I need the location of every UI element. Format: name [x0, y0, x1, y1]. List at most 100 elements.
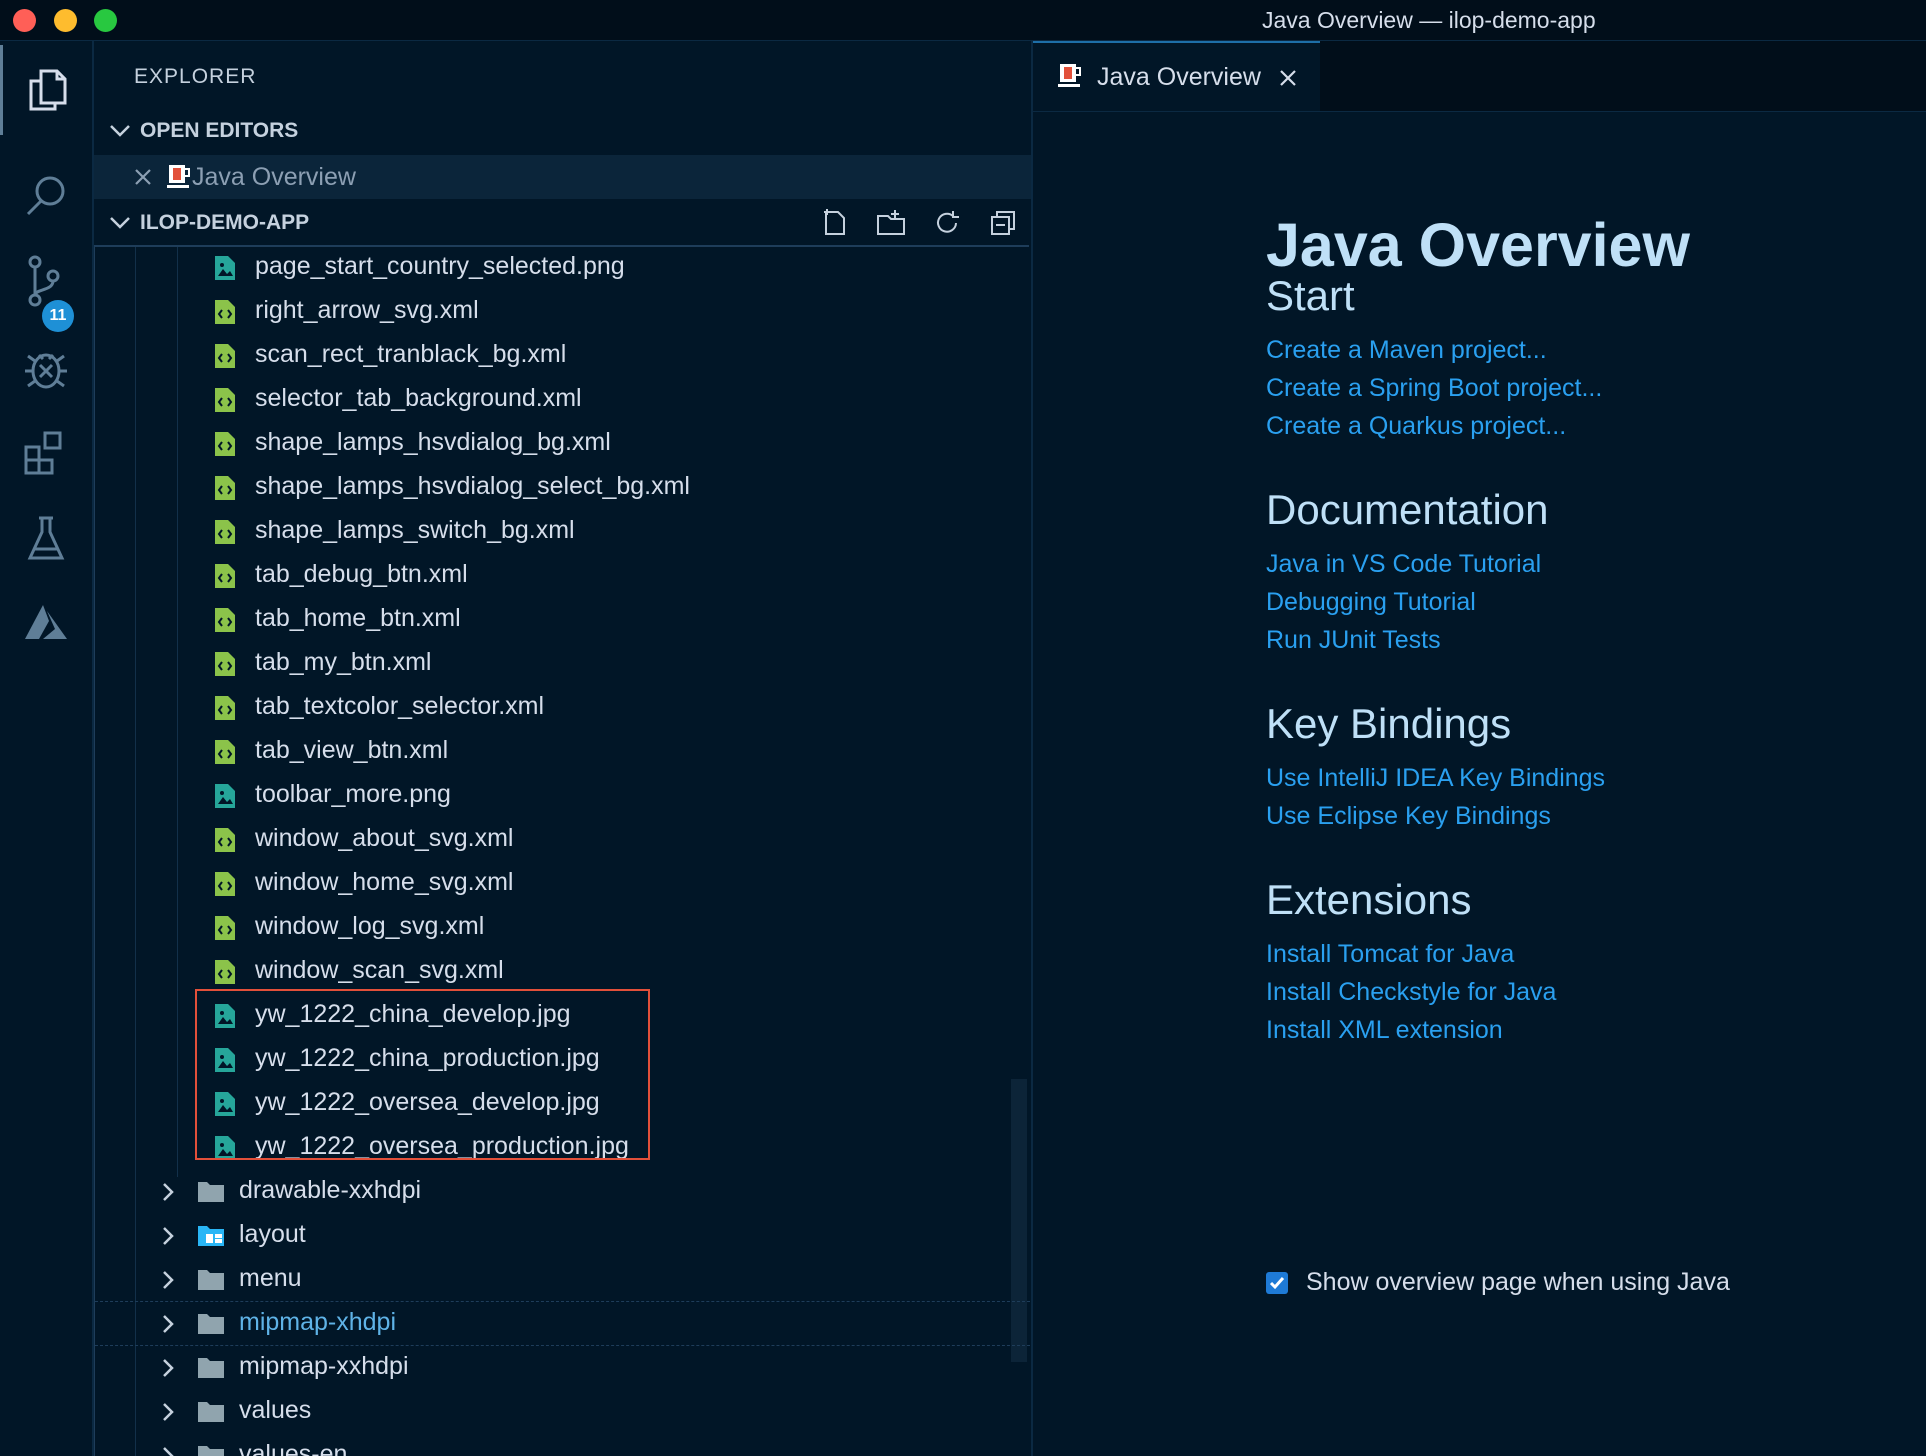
open-editors-header[interactable]: OPEN EDITORS [94, 109, 1031, 153]
tree-file-row[interactable]: right_arrow_svg.xml [95, 289, 1030, 333]
chevron-right-icon[interactable] [161, 1314, 175, 1339]
tree-folder-row[interactable]: values [95, 1389, 1030, 1433]
show-overview-option[interactable]: Show overview page when using Java [1266, 1268, 1730, 1297]
extensions-activity-button[interactable] [0, 407, 92, 497]
folder-icon [197, 1355, 225, 1379]
overview-link[interactable]: Install Checkstyle for Java [1266, 978, 1556, 1007]
xml-file-icon [213, 430, 237, 458]
close-icon [1280, 70, 1296, 86]
tree-folder-row[interactable]: drawable-xxhdpi [95, 1169, 1030, 1213]
maximize-window-button[interactable] [94, 9, 117, 32]
close-icon[interactable] [134, 168, 152, 186]
project-header[interactable]: ILOP-DEMO-APP [94, 201, 1031, 245]
tree-file-name: selector_tab_background.xml [255, 384, 582, 412]
tree-file-row[interactable]: tab_textcolor_selector.xml [95, 685, 1030, 729]
tree-file-row[interactable]: toolbar_more.png [95, 773, 1030, 817]
new-folder-button[interactable] [873, 205, 909, 241]
tree-folder-row[interactable]: mipmap-xxhdpi [95, 1345, 1030, 1389]
chevron-down-icon [110, 217, 130, 229]
new-file-icon [824, 209, 845, 235]
overview-link[interactable]: Install Tomcat for Java [1266, 940, 1514, 969]
run-debug-activity-button[interactable] [0, 323, 92, 413]
tree-file-row[interactable]: tab_my_btn.xml [95, 641, 1030, 685]
tree-folder-row[interactable]: layout [95, 1213, 1030, 1257]
show-overview-checkbox[interactable] [1266, 1271, 1288, 1294]
checkmark-icon [1269, 1276, 1285, 1289]
tree-file-row[interactable]: window_scan_svg.xml [95, 949, 1030, 993]
open-editor-item[interactable]: Java Overview [94, 155, 1031, 199]
folder-icon [197, 1399, 225, 1423]
refresh-icon [937, 211, 959, 233]
tree-file-row[interactable]: window_about_svg.xml [95, 817, 1030, 861]
folder-icon [197, 1443, 225, 1456]
tree-folder-row[interactable]: menu [95, 1257, 1030, 1301]
tree-file-name: toolbar_more.png [255, 780, 451, 808]
image-file-icon [213, 254, 237, 282]
tree-file-row[interactable]: window_home_svg.xml [95, 861, 1030, 905]
tree-file-name: right_arrow_svg.xml [255, 296, 479, 324]
overview-link[interactable]: Create a Quarkus project... [1266, 412, 1566, 441]
tree-file-row[interactable]: page_start_country_selected.png [95, 245, 1030, 289]
tab-close-button[interactable] [1279, 69, 1297, 92]
explorer-activity-button[interactable] [0, 45, 92, 135]
testing-activity-button[interactable] [0, 493, 92, 583]
chevron-right-icon[interactable] [161, 1182, 175, 1207]
tree-file-row[interactable]: selector_tab_background.xml [95, 377, 1030, 421]
new-folder-icon [877, 210, 905, 235]
overview-link[interactable]: Create a Maven project... [1266, 336, 1547, 365]
minimize-window-button[interactable] [54, 9, 77, 32]
chevron-right-icon[interactable] [161, 1446, 175, 1456]
azure-icon [25, 605, 67, 639]
page-title: Java Overview [1266, 211, 1690, 279]
layout-folder-icon [197, 1223, 225, 1247]
xml-file-icon [213, 386, 237, 414]
xml-file-icon [213, 342, 237, 370]
overview-link[interactable]: Use Eclipse Key Bindings [1266, 802, 1551, 831]
overview-link[interactable]: Use IntelliJ IDEA Key Bindings [1266, 764, 1605, 793]
chevron-right-icon[interactable] [161, 1226, 175, 1251]
chevron-down-icon [110, 125, 130, 137]
chevron-right-icon[interactable] [161, 1358, 175, 1383]
tree-file-row[interactable]: tab_view_btn.xml [95, 729, 1030, 773]
tree-file-row[interactable]: tab_debug_btn.xml [95, 553, 1030, 597]
tab-java-overview[interactable]: Java Overview [1033, 41, 1320, 111]
new-file-button[interactable] [817, 205, 853, 241]
open-editor-label: Java Overview [192, 162, 356, 191]
xml-file-icon [213, 958, 237, 986]
tree-file-name: shape_lamps_switch_bg.xml [255, 516, 575, 544]
chevron-right-icon[interactable] [161, 1402, 175, 1427]
overview-link[interactable]: Java in VS Code Tutorial [1266, 550, 1541, 579]
collapse-all-button[interactable] [985, 205, 1021, 241]
overview-link[interactable]: Debugging Tutorial [1266, 588, 1476, 617]
overview-link[interactable]: Create a Spring Boot project... [1266, 374, 1602, 403]
tree-folder-name: mipmap-xhdpi [239, 1308, 397, 1336]
azure-activity-button[interactable] [0, 577, 92, 667]
tree-folder-row[interactable]: values-en [95, 1433, 1030, 1456]
title-bar: Java Overview — ilop-demo-app [0, 0, 1926, 41]
close-window-button[interactable] [13, 9, 36, 32]
tree-folder-name: layout [239, 1220, 306, 1248]
show-overview-label: Show overview page when using Java [1306, 1268, 1730, 1296]
tree-file-row[interactable]: shape_lamps_switch_bg.xml [95, 509, 1030, 553]
tree-file-name: tab_my_btn.xml [255, 648, 432, 676]
tree-file-name: shape_lamps_hsvdialog_bg.xml [255, 428, 611, 456]
file-tree: page_start_country_selected.png right_arr… [94, 245, 1030, 1456]
search-activity-button[interactable] [0, 151, 92, 241]
tree-file-row[interactable]: shape_lamps_hsvdialog_bg.xml [95, 421, 1030, 465]
tree-file-row[interactable]: tab_home_btn.xml [95, 597, 1030, 641]
xml-file-icon [213, 518, 237, 546]
refresh-button[interactable] [929, 205, 965, 241]
overview-link[interactable]: Run JUnit Tests [1266, 626, 1441, 655]
tree-folder-row[interactable]: mipmap-xhdpi [95, 1301, 1030, 1345]
tree-file-row[interactable]: scan_rect_tranblack_bg.xml [95, 333, 1030, 377]
activity-bar: 11 [0, 41, 94, 1456]
collapse-all-icon [991, 211, 1015, 235]
tree-file-row[interactable]: window_log_svg.xml [95, 905, 1030, 949]
tree-folder-name: drawable-xxhdpi [239, 1176, 422, 1204]
overview-link[interactable]: Install XML extension [1266, 1016, 1503, 1045]
drop-target-outline [95, 1301, 1030, 1302]
xml-file-icon [213, 474, 237, 502]
tree-file-row[interactable]: shape_lamps_hsvdialog_select_bg.xml [95, 465, 1030, 509]
chevron-right-icon[interactable] [161, 1270, 175, 1295]
xml-file-icon [213, 606, 237, 634]
